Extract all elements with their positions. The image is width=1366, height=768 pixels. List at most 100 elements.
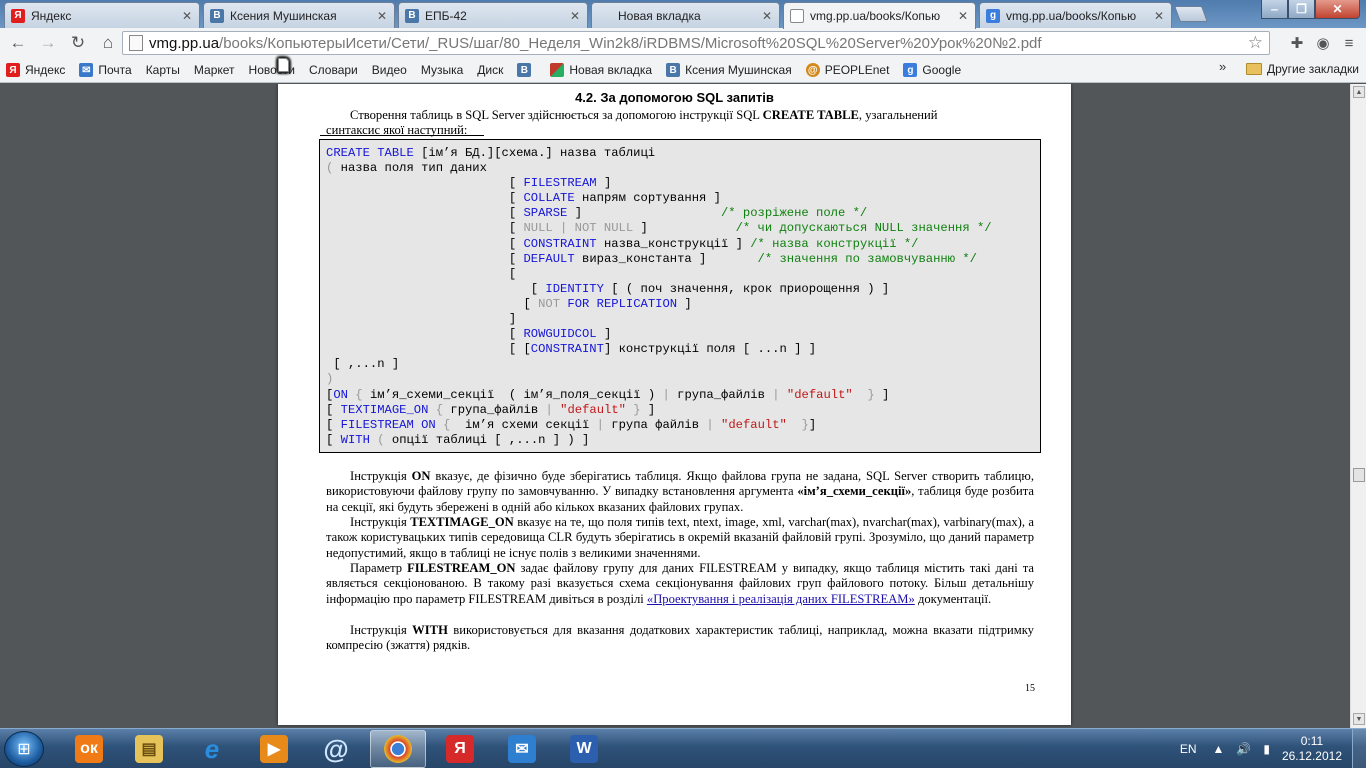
vk-icon: В	[666, 63, 681, 77]
language-indicator[interactable]: EN	[1180, 742, 1197, 756]
chrome-icon	[384, 735, 412, 763]
address-bar[interactable]: vmg.pp.ua/books/КопьютерыИсети/Сети/_RUS…	[122, 31, 1270, 55]
peoplenet-icon: @	[805, 63, 820, 77]
show-desktop-button[interactable]	[1352, 729, 1366, 768]
yandex-icon: Я	[6, 63, 20, 77]
filestream-doc-link[interactable]: «Проектування і реалізація даних FILESTR…	[647, 592, 915, 606]
tab-title: vmg.pp.ua/books/Копью	[810, 9, 941, 23]
intro-text: Створення таблиць в SQL Server здійснюєт…	[350, 108, 763, 122]
back-button[interactable]: ←	[6, 31, 30, 55]
bookmark-disk[interactable]: Диск	[278, 58, 503, 77]
bookmarks-overflow-button[interactable]: »	[1219, 59, 1226, 74]
scroll-up-arrow[interactable]: ▲	[1353, 86, 1365, 98]
bookmark-ksenia[interactable]: В Ксения Мушинская	[666, 63, 792, 77]
scroll-thumb[interactable]	[1353, 468, 1365, 482]
close-icon[interactable]: ✕	[376, 9, 388, 23]
taskbar-odnoklassniki[interactable]: ок	[61, 730, 117, 768]
vertical-scrollbar[interactable]: ▲ ▼	[1350, 84, 1366, 728]
extension-puzzle-icon[interactable]: ✚	[1284, 31, 1310, 55]
bookmark-karty[interactable]: Карты	[146, 58, 289, 77]
url-host: vmg.pp.ua	[149, 34, 220, 52]
mail-icon: ✉	[79, 63, 94, 77]
bookmark-muzyka[interactable]: Музыка	[278, 58, 464, 77]
bookmark-yandex[interactable]: Я Яндекс	[6, 63, 65, 77]
start-button[interactable]: ⊞	[4, 731, 44, 767]
section-heading: 4.2. За допомогою SQL запитів	[575, 90, 774, 105]
taskbar-word[interactable]: W	[556, 730, 612, 768]
blank-icon	[598, 9, 612, 23]
network-icon[interactable]: ▮	[1263, 742, 1270, 756]
close-icon[interactable]: ✕	[957, 9, 969, 23]
new-tab-button[interactable]	[1174, 6, 1208, 22]
taskbar-ie[interactable]: e	[184, 730, 240, 768]
bookmark-vk[interactable]: В	[517, 63, 536, 77]
tab-ksenia[interactable]: В Ксения Мушинская ✕	[203, 2, 395, 28]
forward-button[interactable]: →	[36, 31, 60, 55]
url-path: /books/КопьютерыИсети/Сети/_RUS/шаг/80_Н…	[219, 34, 1042, 52]
minimize-button[interactable]: ‒	[1261, 0, 1288, 19]
scroll-down-arrow[interactable]: ▼	[1353, 713, 1365, 725]
paragraph-with: Інструкція WITH використовується для вка…	[326, 623, 1034, 653]
bookmark-label: Маркет	[193, 63, 235, 77]
tab-title: vmg.pp.ua/books/Копью	[1006, 8, 1137, 23]
google-icon: g	[986, 8, 1000, 23]
bookmark-video[interactable]: Видео	[278, 58, 407, 77]
bookmark-market[interactable]: Маркет	[193, 58, 289, 77]
divider	[320, 135, 484, 136]
bookmark-pochta[interactable]: ✉ Почта	[79, 63, 132, 77]
home-button[interactable]: ⌂	[96, 31, 120, 55]
mail-agent-icon: ✉	[508, 735, 536, 763]
taskbar-explorer[interactable]: ▤	[121, 730, 177, 768]
yandex-browser-icon: Я	[446, 735, 474, 763]
other-bookmarks-label: Другие закладки	[1267, 62, 1359, 76]
google-icon: g	[903, 63, 918, 77]
bookmark-label: PEOPLEnet	[824, 63, 890, 77]
close-icon[interactable]: ✕	[1153, 9, 1165, 23]
bookmark-google[interactable]: g Google	[903, 63, 961, 77]
eye-extension-icon[interactable]: ◉	[1310, 31, 1336, 55]
volume-icon[interactable]: 🔊	[1236, 742, 1251, 756]
tab-title: ЕПБ-42	[425, 8, 467, 23]
bookmark-slovari[interactable]: Словари	[278, 58, 358, 77]
clock[interactable]: 0:11 26.12.2012	[1282, 734, 1342, 764]
taskbar-media-player[interactable]: ▶	[246, 730, 302, 768]
show-hidden-icons-arrow-icon[interactable]: ▲	[1212, 742, 1224, 756]
window-controls: ‒ ❐ ✕	[1261, 0, 1360, 19]
close-icon[interactable]: ✕	[761, 9, 773, 23]
browser-toolbar: ← → ↻ ⌂ vmg.pp.ua/books/КопьютерыИсети/С…	[0, 28, 1366, 58]
close-icon[interactable]: ✕	[181, 9, 193, 23]
bookmark-label: Музыка	[420, 63, 464, 77]
taskbar-qip[interactable]: @	[308, 730, 364, 768]
page-icon	[129, 35, 143, 51]
bookmark-label: Ксения Мушинская	[685, 63, 792, 77]
file-explorer-icon: ▤	[135, 735, 163, 763]
tab-vmg-active[interactable]: vmg.pp.ua/books/Копью ✕	[783, 2, 976, 29]
bookmark-new-tab[interactable]: Новая вкладка	[550, 63, 652, 77]
vk-icon: В	[210, 8, 224, 23]
bookmark-star-icon[interactable]: ☆	[1248, 33, 1263, 53]
reload-button[interactable]: ↻	[66, 31, 90, 55]
bookmark-peoplenet[interactable]: @ PEOPLEnet	[805, 63, 890, 77]
close-window-button[interactable]: ✕	[1315, 0, 1360, 19]
close-icon[interactable]: ✕	[569, 9, 581, 23]
sql-code: CREATE TABLE [ім’я БД.][схема.] назва та…	[326, 146, 992, 447]
tab-vmg-google[interactable]: g vmg.pp.ua/books/Копью ✕	[979, 2, 1172, 28]
paragraph-textimage-on: Інструкція TEXTIMAGE_ON вказує на те, що…	[326, 515, 1034, 560]
other-bookmarks[interactable]: Другие закладки	[1246, 62, 1359, 76]
pdf-viewer: 4.2. За допомогою SQL запитів Створення …	[0, 84, 1350, 728]
word-icon: W	[570, 735, 598, 763]
maximize-button[interactable]: ❐	[1288, 0, 1315, 19]
tab-yandex[interactable]: Я Яндекс ✕	[4, 2, 200, 28]
folder-icon	[1246, 63, 1262, 75]
taskbar-chrome[interactable]	[370, 730, 426, 768]
paragraph-filestream-on: Параметр FILESTREAM_ON задає файлову гру…	[326, 561, 1035, 606]
tab-epb[interactable]: В ЕПБ-42 ✕	[398, 2, 588, 28]
settings-wrench-icon[interactable]: ≡	[1336, 31, 1362, 55]
page-icon	[790, 9, 804, 23]
tab-title: Новая вкладка	[618, 8, 701, 23]
taskbar-yandex-browser[interactable]: Я	[432, 730, 488, 768]
bookmark-label: Google	[922, 63, 962, 77]
tab-new[interactable]: Новая вкладка ✕	[591, 2, 780, 28]
media-player-icon: ▶	[260, 735, 288, 763]
taskbar-mail-agent[interactable]: ✉	[494, 730, 550, 768]
